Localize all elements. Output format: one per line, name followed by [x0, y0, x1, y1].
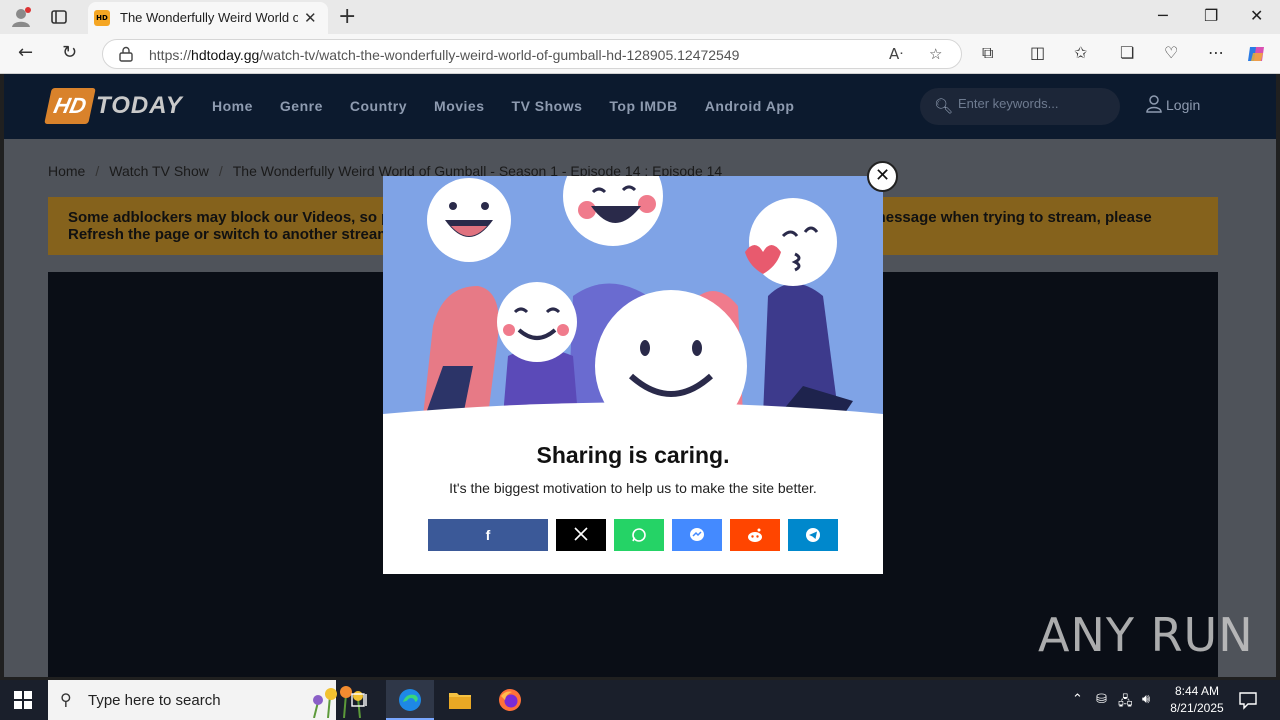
breadcrumb-section[interactable]: Watch TV Show — [109, 163, 209, 179]
telegram-icon — [806, 528, 820, 542]
notifications-icon[interactable] — [1238, 690, 1258, 710]
split-screen-icon[interactable]: ◫ — [1030, 43, 1045, 62]
back-icon[interactable]: ← — [18, 42, 33, 63]
taskbar-search[interactable]: ⚲ Type here to search — [48, 680, 363, 720]
menu-country[interactable]: Country — [350, 98, 407, 114]
firefox-icon[interactable] — [486, 680, 534, 720]
task-view-icon[interactable] — [336, 680, 384, 720]
clock-date: 8/21/2025 — [1170, 701, 1224, 715]
file-explorer-icon[interactable] — [436, 680, 484, 720]
favicon-icon: HD — [94, 10, 110, 26]
share-whatsapp-button[interactable] — [614, 519, 664, 551]
search-icon[interactable]: 🔍︎ — [934, 97, 953, 115]
share-telegram-button[interactable] — [788, 519, 838, 551]
modal-close-button[interactable]: ✕ — [867, 161, 898, 192]
clock-time: 8:44 AM — [1174, 684, 1220, 698]
menu-tv-shows[interactable]: TV Shows — [512, 98, 583, 114]
volume-icon[interactable]: 🔊︎ — [1142, 692, 1150, 707]
url-text: https://hdtoday.gg/watch-tv/watch-the-wo… — [149, 47, 740, 63]
extensions-icon[interactable]: ⧉ — [982, 43, 993, 63]
user-icon — [1146, 95, 1162, 113]
site-header: HD TODAY Home Genre Country Movies TV Sh… — [4, 74, 1276, 139]
tray-device-icon[interactable]: ⛁ — [1096, 692, 1107, 707]
anyrun-watermark: ANY RUN — [1038, 608, 1254, 662]
tab-actions-icon[interactable] — [50, 8, 68, 26]
messenger-icon — [690, 528, 704, 541]
read-aloud-icon[interactable]: Aᐧ — [889, 45, 903, 63]
address-toolbar: ← ↻ https://hdtoday.gg/watch-tv/watch-th… — [0, 34, 1280, 74]
favorite-star-icon[interactable]: ☆ — [929, 45, 942, 63]
menu-genre[interactable]: Genre — [280, 98, 323, 114]
search-icon: ⚲ — [60, 690, 72, 709]
tab-title: The Wonderfully Weird World of G — [120, 10, 298, 25]
network-icon[interactable]: 🖧︎ — [1118, 692, 1133, 714]
share-x-button[interactable] — [556, 519, 606, 551]
breadcrumb-home[interactable]: Home — [48, 163, 85, 179]
browser-essentials-icon[interactable]: ♡ — [1164, 43, 1178, 62]
emoji-smile-small — [497, 282, 577, 362]
new-tab-icon[interactable]: + — [338, 4, 356, 29]
friends-emoji-illustration — [383, 176, 883, 418]
modal-title: Sharing is caring. — [536, 442, 730, 468]
reddit-icon — [748, 528, 762, 542]
site-info-icon[interactable] — [119, 46, 133, 62]
x-icon — [574, 527, 588, 541]
modal-subtitle: It's the biggest motivation to help us t… — [449, 480, 817, 496]
profile-icon[interactable] — [10, 6, 32, 28]
collections-icon[interactable]: ❏ — [1120, 43, 1134, 62]
whatsapp-icon — [632, 528, 646, 542]
windows-start-icon[interactable] — [14, 691, 32, 709]
menu-home[interactable]: Home — [212, 98, 253, 114]
site-search: 🔍︎ — [920, 88, 1120, 125]
url-bar[interactable]: https://hdtoday.gg/watch-tv/watch-the-wo… — [102, 39, 962, 69]
tray-chevron-icon[interactable]: ⌃ — [1072, 692, 1083, 707]
copilot-icon[interactable] — [1246, 43, 1268, 65]
more-menu-icon[interactable]: ⋯ — [1208, 43, 1224, 62]
taskbar-search-text: Type here to search — [88, 692, 221, 709]
menu-movies[interactable]: Movies — [434, 98, 484, 114]
menu-top-imdb[interactable]: Top IMDB — [609, 98, 677, 114]
edge-taskbar-icon[interactable] — [386, 680, 434, 720]
browser-tab-bar: HD The Wonderfully Weird World of G ✕ + … — [0, 0, 1280, 34]
share-modal: Sharing is caring. It's the biggest moti… — [383, 176, 883, 574]
clock[interactable]: 8:44 AM 8/21/2025 — [1162, 683, 1232, 717]
main-menu: Home Genre Country Movies TV Shows Top I… — [212, 98, 794, 114]
facebook-icon: f — [485, 527, 491, 543]
window-close-icon[interactable]: ✕ — [1250, 6, 1263, 25]
search-input[interactable] — [958, 96, 1108, 111]
favorites-icon[interactable]: ✩ — [1074, 43, 1087, 62]
restore-icon[interactable]: ❐ — [1204, 6, 1218, 25]
tab-close-icon[interactable]: ✕ — [304, 9, 317, 27]
share-messenger-button[interactable] — [672, 519, 722, 551]
refresh-icon[interactable]: ↻ — [62, 42, 77, 63]
share-facebook-button[interactable]: f — [428, 519, 548, 551]
minimize-icon[interactable]: ─ — [1158, 6, 1168, 25]
emoji-laugh — [427, 178, 511, 262]
share-reddit-button[interactable] — [730, 519, 780, 551]
browser-tab[interactable]: HD The Wonderfully Weird World of G ✕ — [88, 2, 328, 34]
menu-android-app[interactable]: Android App — [705, 98, 795, 114]
login-button[interactable]: Login — [1146, 95, 1200, 113]
windows-taskbar: ⚲ Type here to search ⌃ ⛁ 🖧︎ 🔊︎ 8:44 AM … — [0, 680, 1280, 720]
